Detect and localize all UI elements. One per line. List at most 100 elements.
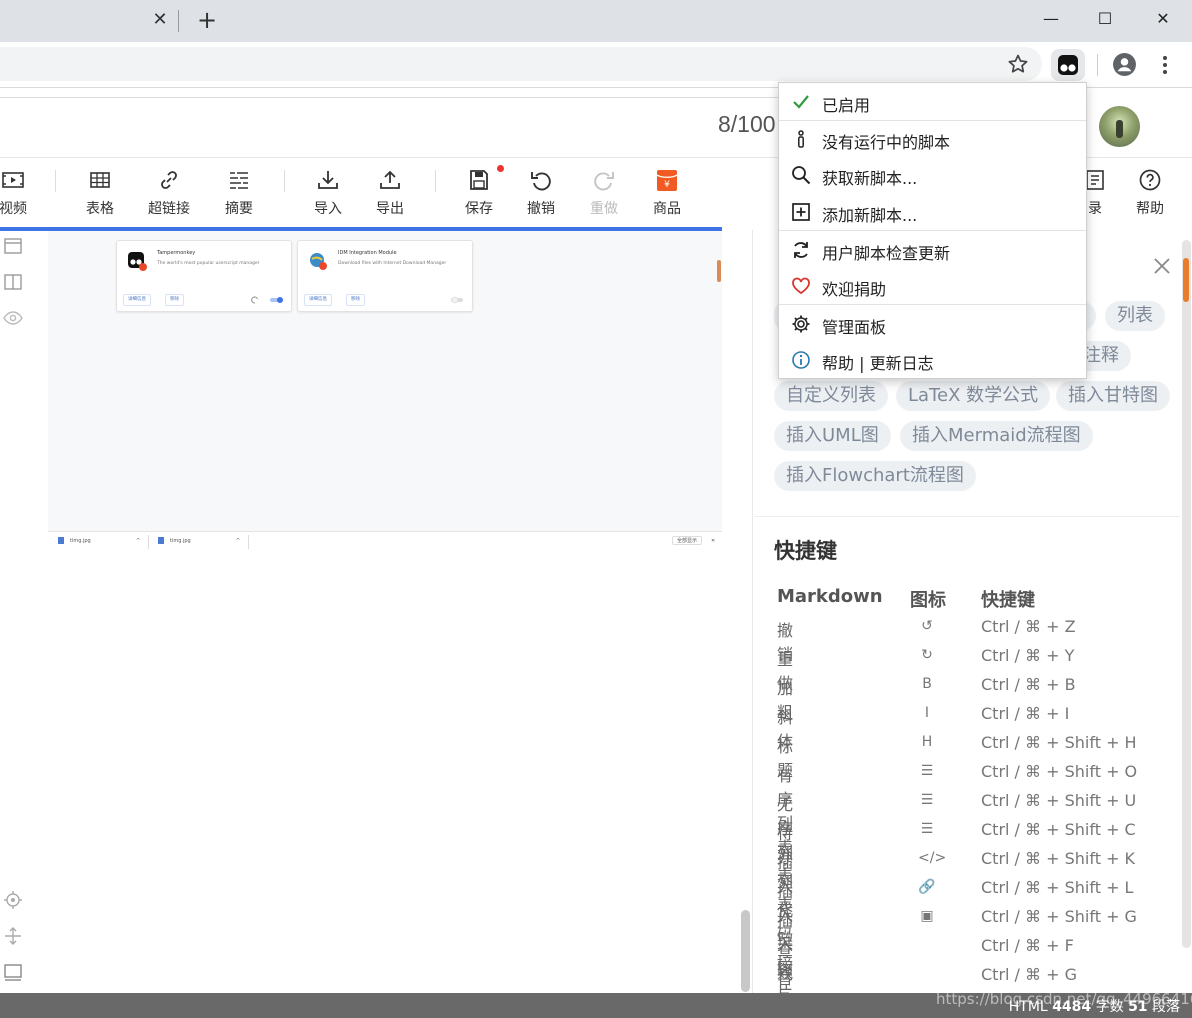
window-close-button[interactable]: ✕ — [1148, 6, 1178, 32]
product-icon: ¥ — [656, 170, 678, 191]
shortcut-keys: Ctrl / ⌘ + Shift + C — [981, 820, 1136, 839]
menu-item-no-scripts[interactable]: 没有运行中的脚本 — [779, 121, 1086, 157]
status-info: HTML 4484 字数 51 段落 — [1009, 996, 1180, 1016]
window-minimize-button[interactable]: — — [1036, 6, 1066, 32]
chip-mermaid[interactable]: 插入Mermaid流程图 — [900, 421, 1093, 451]
tool-save-button[interactable]: 保存 — [452, 166, 506, 222]
profile-icon[interactable] — [1112, 52, 1137, 77]
info-exclamation-icon — [798, 130, 804, 148]
link-icon — [161, 171, 177, 189]
download-filename: timg.jpg — [170, 538, 191, 544]
download-bar — [48, 531, 722, 551]
editor-scrollbar-thumb[interactable] — [741, 910, 750, 992]
gear-icon — [792, 315, 810, 333]
chip-custom-list[interactable]: 自定义列表 — [774, 381, 888, 411]
user-avatar[interactable] — [1099, 106, 1140, 147]
menu-item-label: 添加新脚本... — [822, 206, 918, 225]
tool-table-button[interactable]: 表格 — [73, 166, 127, 222]
tool-link-button[interactable]: 超链接 — [142, 166, 196, 222]
tool-undo-button[interactable]: 撤销 — [514, 166, 568, 222]
chip-gantt[interactable]: 插入甘特图 — [1056, 381, 1170, 411]
tool-export-button[interactable]: 导出 — [363, 166, 417, 222]
chip-flowchart[interactable]: 插入Flowchart流程图 — [774, 461, 976, 491]
import-icon — [318, 171, 338, 189]
layout-top-icon[interactable] — [3, 236, 23, 256]
shortcut-icon: B — [922, 676, 932, 692]
menu-separator — [779, 304, 1086, 305]
tool-save-label: 保存 — [465, 201, 493, 217]
bookmark-star-icon[interactable] — [1006, 52, 1030, 76]
shortcut-keys: Ctrl / ⌘ + Shift + U — [981, 791, 1137, 810]
chip-list[interactable]: 列表 — [1105, 301, 1165, 331]
menu-item-dashboard[interactable]: 管理面板 — [779, 306, 1086, 342]
menu-item-label: 管理面板 — [822, 318, 887, 337]
fullscreen-icon[interactable] — [3, 962, 23, 982]
shortcut-icon: I — [924, 705, 930, 721]
extension-details-button: 详细信息 — [123, 294, 151, 306]
tampermonkey-menu: 已启用 没有运行中的脚本 获取新脚本... 添加新脚本... 用户脚本检查更新 … — [778, 82, 1087, 379]
shortcut-row: 标题 H Ctrl / ⌘ + Shift + H — [0, 733, 1137, 780]
refresh-icon — [794, 242, 808, 258]
chip-latex[interactable]: LaTeX 数学公式 — [896, 381, 1051, 411]
menu-item-label: 没有运行中的脚本 — [822, 133, 951, 152]
preview-eye-icon[interactable] — [3, 308, 23, 328]
address-bar[interactable] — [0, 47, 1042, 81]
tool-undo-label: 撤销 — [527, 201, 555, 217]
menu-item-donate[interactable]: 欢迎捐助 — [779, 268, 1086, 304]
tool-video-button[interactable]: 视频 — [0, 166, 40, 222]
tool-summary-button[interactable]: 摘要 — [212, 166, 266, 222]
shortcut-keys: Ctrl / ⌘ + Shift + K — [981, 849, 1136, 868]
status-paragraph-count: 51 — [1128, 999, 1148, 1015]
shortcut-row: 有序列表 ☰ Ctrl / ⌘ + Shift + O — [0, 762, 1137, 857]
shortcut-keys: Ctrl / ⌘ + G — [981, 965, 1078, 984]
menu-item-get-scripts[interactable]: 获取新脚本... — [779, 157, 1086, 193]
download-chevron-icon: ^ — [136, 538, 141, 544]
shortcut-keys: Ctrl / ⌘ + Shift + H — [981, 733, 1137, 752]
right-panel-scrollbar[interactable] — [1182, 240, 1191, 948]
tampermonkey-icon — [1058, 55, 1078, 75]
close-icon[interactable] — [1150, 254, 1174, 278]
file-icon — [158, 537, 164, 544]
new-tab-button[interactable]: + — [195, 6, 219, 34]
menu-item-help-changelog[interactable]: 帮助 | 更新日志 — [779, 342, 1086, 378]
search-icon — [792, 166, 811, 185]
toolbar-divider — [435, 170, 436, 192]
window-maximize-button[interactable]: ☐ — [1090, 6, 1120, 32]
tool-table-label: 表格 — [86, 201, 114, 217]
article-title-input[interactable] — [0, 97, 780, 157]
extension-name: Tampermonkey — [157, 250, 196, 256]
tool-import-button[interactable]: 导入 — [301, 166, 355, 222]
menu-item-check-updates[interactable]: 用户脚本检查更新 — [779, 232, 1086, 268]
menu-item-label: 欢迎捐助 — [822, 280, 887, 299]
help-icon — [1139, 169, 1161, 191]
tool-product-label: 商品 — [653, 201, 681, 217]
toolbar-divider — [284, 170, 285, 192]
title-word-count: 8/100 — [718, 111, 776, 137]
menu-separator — [779, 230, 1086, 231]
tool-link-label: 超链接 — [148, 201, 190, 217]
locate-icon[interactable] — [3, 890, 23, 910]
menu-item-add-script[interactable]: 添加新脚本... — [779, 194, 1086, 230]
right-panel-scroll-thumb[interactable] — [1183, 258, 1189, 302]
tab-close-icon[interactable]: ✕ — [149, 8, 171, 32]
status-mode: HTML — [1008, 999, 1048, 1015]
download-chevron-icon: ^ — [236, 538, 241, 544]
shortcut-row: 无序列表 ☰ Ctrl / ⌘ + Shift + U — [0, 791, 1136, 886]
shortcut-row: 待办列表 ☰ Ctrl / ⌘ + Shift + C — [0, 820, 1136, 915]
browser-menu-icon[interactable] — [1155, 52, 1175, 78]
heart-icon — [792, 277, 810, 295]
status-word-label: 字数 — [1095, 999, 1124, 1015]
redo-icon — [594, 172, 614, 191]
toolbar-divider — [55, 170, 56, 192]
menu-item-enabled[interactable]: 已启用 — [779, 84, 1086, 120]
tool-redo-button[interactable]: 重做 — [577, 166, 631, 222]
chip-uml[interactable]: 插入UML图 — [774, 421, 891, 451]
expand-icon[interactable] — [3, 926, 23, 946]
tampermonkey-extension-button[interactable] — [1051, 49, 1085, 81]
tool-product-button[interactable]: ¥ 商品 — [640, 166, 694, 222]
extension-card-idm: IDM Integration Module Download files wi… — [297, 240, 473, 312]
shortcut-keys: Ctrl / ⌘ + Z — [981, 617, 1076, 636]
tool-help-button[interactable]: 帮助 — [1123, 166, 1177, 222]
split-view-icon[interactable] — [3, 272, 23, 292]
menu-item-label: 用户脚本检查更新 — [822, 244, 951, 263]
